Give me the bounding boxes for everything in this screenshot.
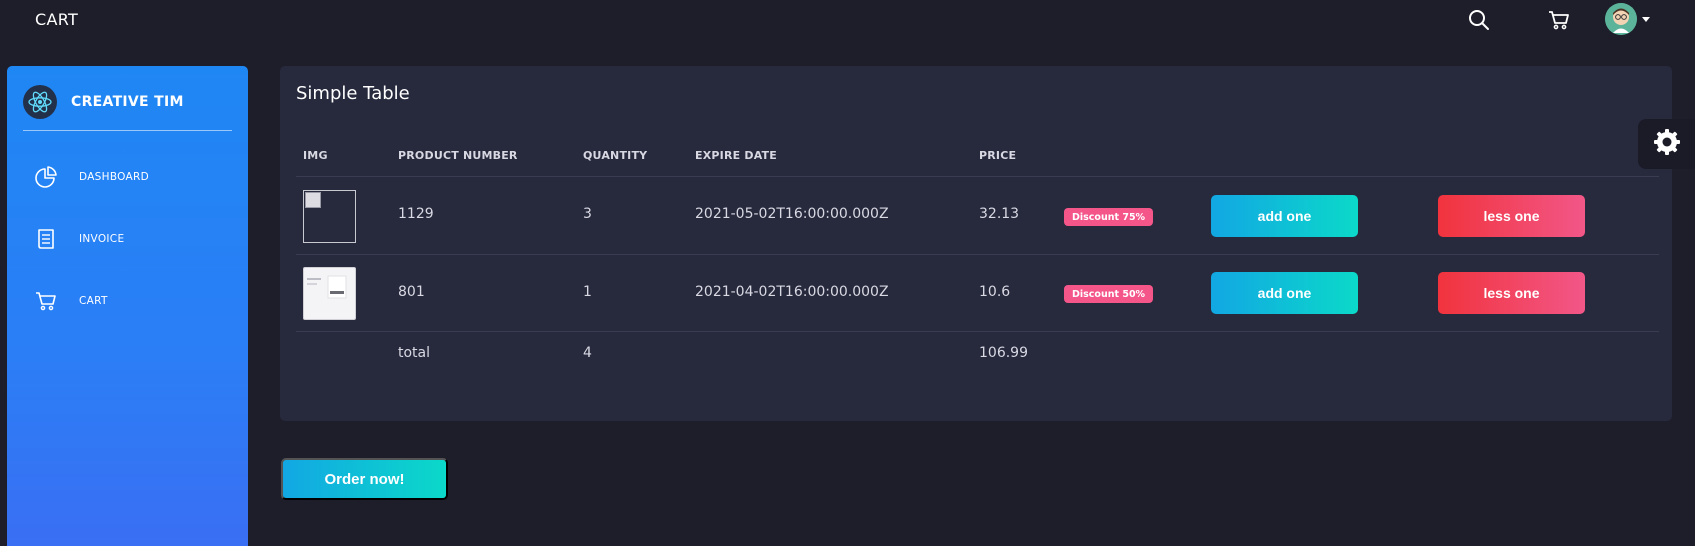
cart-icon	[33, 288, 59, 314]
cart-icon[interactable]	[1543, 4, 1575, 36]
total-quantity: 4	[583, 345, 592, 361]
expire-date: 2021-04-02T16:00:00.000Z	[695, 284, 889, 300]
less-one-button[interactable]: less one	[1438, 272, 1585, 314]
table-divider	[296, 254, 1659, 255]
price: 32.13	[979, 206, 1020, 222]
settings-toggle[interactable]	[1638, 119, 1695, 169]
discount-badge: Discount 75%	[1064, 208, 1154, 226]
total-price: 106.99	[979, 345, 1028, 361]
search-icon[interactable]	[1463, 4, 1495, 36]
product-image	[303, 267, 356, 320]
chevron-down-icon	[1642, 16, 1650, 22]
avatar[interactable]	[1605, 3, 1637, 35]
react-logo-icon	[23, 85, 57, 119]
sidebar-item-label: DASHBOARD	[79, 171, 150, 183]
receipt-icon	[33, 226, 59, 252]
pie-chart-icon	[33, 164, 59, 190]
gear-icon	[1652, 127, 1682, 161]
price: 10.6	[979, 284, 1011, 300]
less-one-button[interactable]: less one	[1438, 195, 1585, 237]
column-header-img: IMG	[303, 149, 328, 162]
table-divider	[296, 176, 1659, 177]
sidebar-brand-label: CREATIVE TIM	[71, 94, 184, 110]
navbar-brand[interactable]: CART	[35, 10, 78, 29]
add-one-button[interactable]: add one	[1211, 195, 1358, 237]
table-divider	[296, 331, 1659, 332]
add-one-button[interactable]: add one	[1211, 272, 1358, 314]
sidebar-brand[interactable]: CREATIVE TIM	[23, 80, 232, 124]
total-label: total	[398, 345, 431, 361]
sidebar-item-label: CART	[79, 295, 108, 307]
expire-date: 2021-05-02T16:00:00.000Z	[695, 206, 889, 222]
column-header-expire-date: EXPIRE DATE	[695, 149, 777, 162]
user-menu[interactable]	[1605, 3, 1655, 35]
order-now-button[interactable]: Order now!	[281, 458, 448, 500]
card-title: Simple Table	[296, 83, 410, 104]
sidebar-item-label: INVOICE	[79, 233, 125, 245]
quantity: 3	[583, 206, 592, 222]
quantity: 1	[583, 284, 592, 300]
column-header-quantity: QUANTITY	[583, 149, 648, 162]
product-image	[303, 190, 356, 243]
product-number: 801	[398, 284, 425, 300]
sidebar-divider	[23, 130, 232, 131]
column-header-product-number: PRODUCT NUMBER	[398, 149, 518, 162]
column-header-price: PRICE	[979, 149, 1017, 162]
product-number: 1129	[398, 206, 434, 222]
simple-table-card: Simple Table IMG PRODUCT NUMBER QUANTITY…	[280, 66, 1672, 421]
sidebar-item-cart[interactable]: CART	[33, 284, 233, 318]
broken-image-icon	[305, 192, 321, 208]
sidebar: CREATIVE TIM DASHBOARD INVOICE CART	[7, 66, 248, 546]
sidebar-item-dashboard[interactable]: DASHBOARD	[33, 160, 233, 194]
top-navbar: CART	[0, 0, 1695, 40]
sidebar-item-invoice[interactable]: INVOICE	[33, 222, 233, 256]
discount-badge: Discount 50%	[1064, 285, 1154, 303]
